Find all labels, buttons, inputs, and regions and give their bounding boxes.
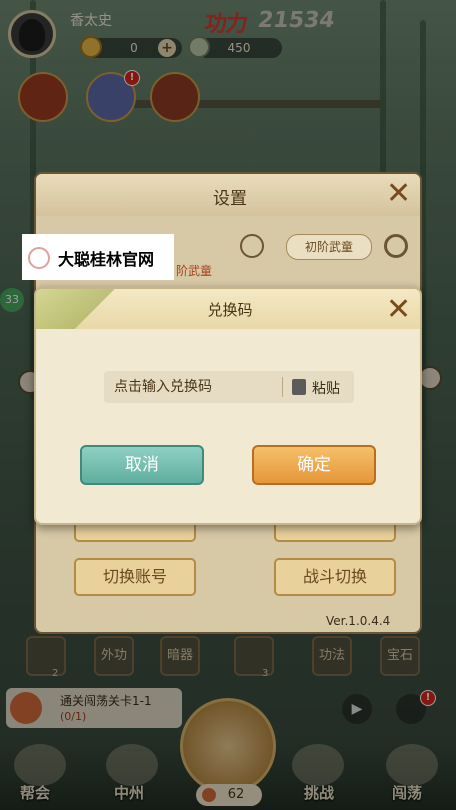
music-icon[interactable] <box>240 234 264 258</box>
paste-button[interactable]: 粘贴 <box>312 378 340 398</box>
switch-account-button[interactable]: 切换账号 <box>74 558 196 596</box>
watermark-text: 大聪桂林官网 <box>58 250 155 269</box>
rank-text: 阶武童 <box>176 264 213 278</box>
confirm-button[interactable]: 确定 <box>252 445 376 485</box>
settings-close-button[interactable]: ✕ <box>386 179 411 209</box>
divider <box>282 377 283 397</box>
battle-switch-button[interactable]: 战斗切换 <box>274 558 396 596</box>
paste-icon[interactable] <box>292 379 306 395</box>
redeem-close-button[interactable]: ✕ <box>386 295 411 325</box>
settings-title: 设置 <box>213 189 247 209</box>
redeem-title: 兑换码 <box>207 301 253 319</box>
rank-chip: 初阶武童 <box>286 234 372 260</box>
redeem-code-field: 粘贴 <box>104 371 354 403</box>
cancel-button[interactable]: 取消 <box>80 445 204 485</box>
redeem-code-input[interactable] <box>114 371 274 403</box>
version-label: Ver.1.0.4.4 <box>326 614 391 628</box>
redeem-code-dialog: 兑换码 ✕ 粘贴 取消 确定 <box>34 287 422 525</box>
gear-icon[interactable] <box>384 234 408 258</box>
watermark: 大聪桂林官网 <box>22 234 174 280</box>
watermark-logo-icon <box>28 247 50 269</box>
